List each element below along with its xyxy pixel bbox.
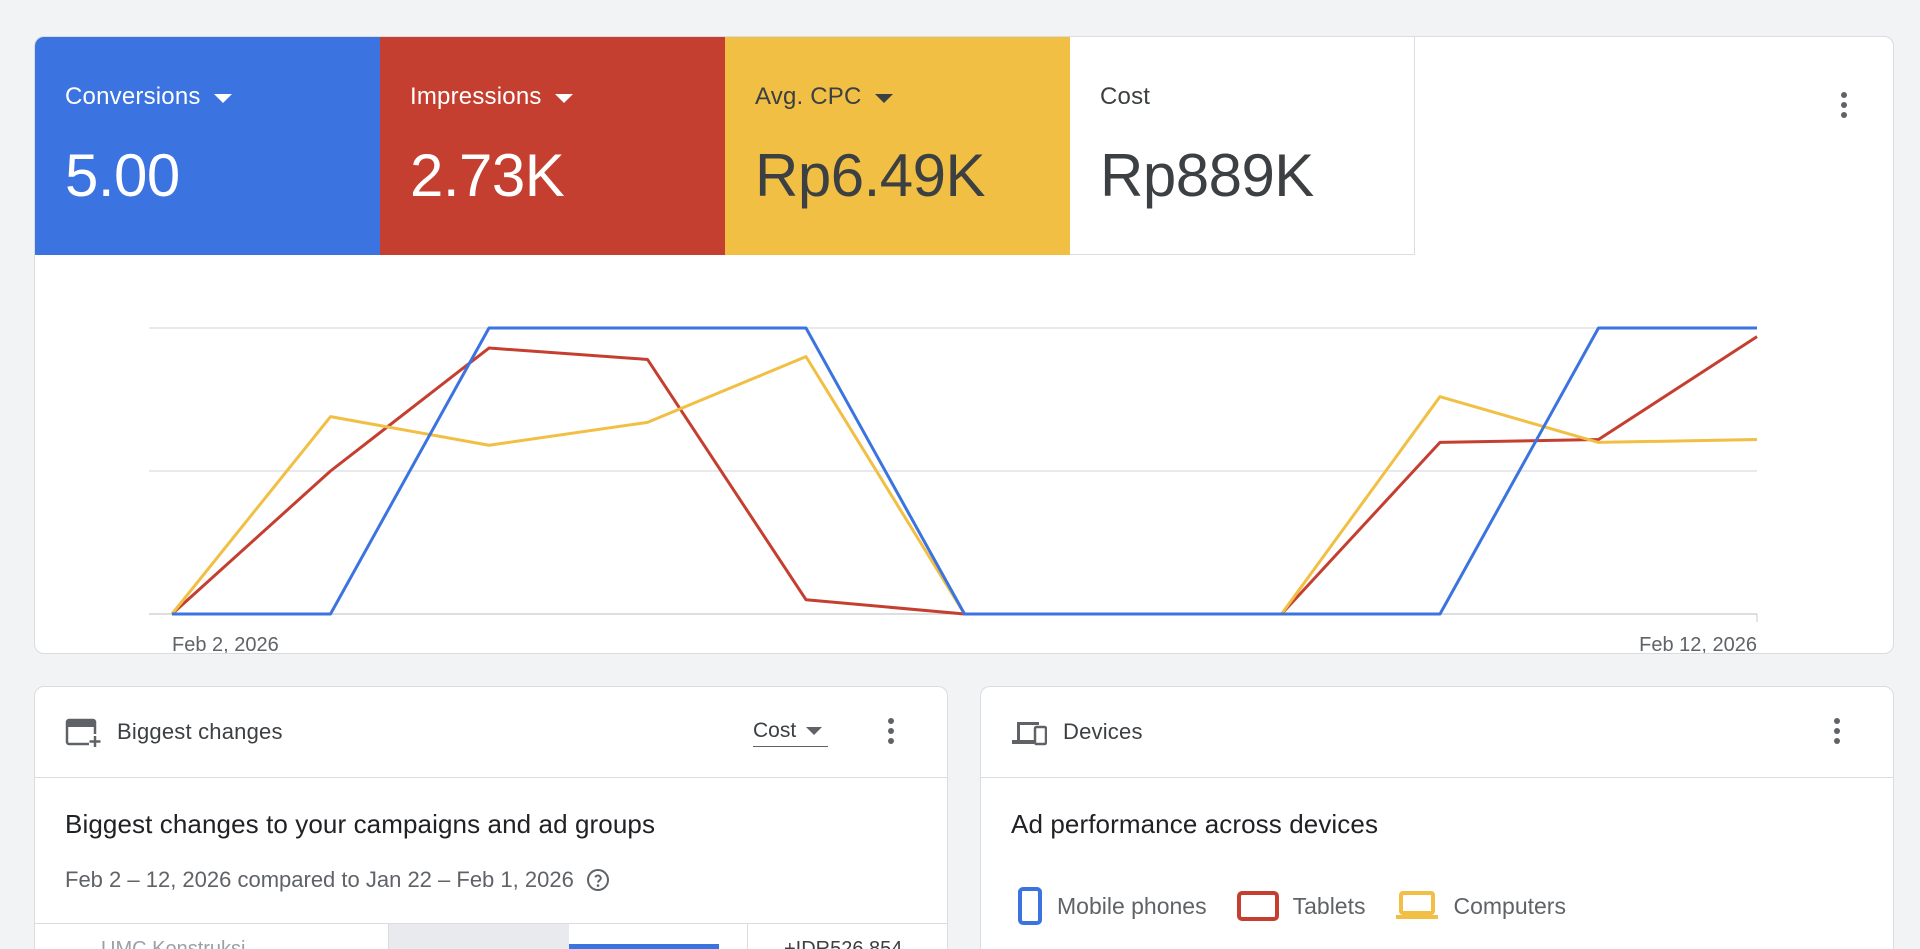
scorecard-cost[interactable]: Cost Rp889K [1070, 37, 1415, 255]
metric-dropdown[interactable]: Cost [753, 715, 829, 747]
caret-down-icon [806, 726, 823, 735]
legend-item-tablets[interactable]: Tablets [1236, 891, 1366, 921]
scorecard-label: Impressions [410, 83, 542, 110]
scorecard-metric-selector[interactable]: Avg. CPC [755, 83, 1070, 111]
metric-dropdown-value: Cost [753, 718, 797, 742]
device-legend: Mobile phones Tablets Computers [1017, 887, 1596, 925]
legend-item-mobile[interactable]: Mobile phones [1017, 887, 1207, 925]
legend-item-computers[interactable]: Computers [1395, 891, 1566, 921]
help-circle-icon[interactable] [586, 868, 610, 892]
scorecard-metric-selector[interactable]: Conversions [65, 83, 380, 111]
overview-card: Conversions 5.00 Impressions 2.73K Avg. … [34, 36, 1894, 654]
performance-line-chart: Feb 2, 2026 Feb 12, 2026 [149, 326, 1758, 654]
devices-card: Devices Ad performance across devices Mo… [980, 686, 1894, 949]
tablet-icon [1236, 891, 1279, 921]
scorecard-impressions[interactable]: Impressions 2.73K [380, 37, 725, 255]
table-row[interactable]: UMC Konstruksi +IDR526,854 [35, 923, 947, 949]
caret-down-icon [213, 94, 232, 103]
scorecard-value: 2.73K [410, 142, 565, 209]
change-value: +IDR526,854 [784, 938, 903, 949]
more-vert-icon[interactable] [879, 713, 903, 749]
biggest-changes-card: Biggest changes Cost Biggest changes to … [34, 686, 948, 949]
section-heading: Biggest changes to your campaigns and ad… [65, 809, 656, 839]
table-cell-bg [389, 924, 569, 949]
legend-label: Mobile phones [1057, 892, 1207, 919]
scorecard-value: Rp6.49K [755, 142, 986, 209]
devices-icon [1012, 722, 1047, 746]
legend-label: Computers [1453, 892, 1566, 919]
series-line-impressions[interactable] [170, 335, 1758, 616]
card-header: Devices [981, 687, 1893, 778]
card-header: Biggest changes Cost [35, 687, 947, 778]
series-line-avg-cpc[interactable] [170, 355, 1758, 616]
date-comparison-text: Feb 2 – 12, 2026 compared to Jan 22 – Fe… [65, 867, 574, 892]
scorecard-metric-selector[interactable]: Impressions [410, 83, 725, 111]
legend-label: Tablets [1292, 892, 1366, 919]
scorecard-label: Cost [1100, 83, 1151, 110]
section-heading: Ad performance across devices [1011, 809, 1379, 839]
x-tick-label: Feb 2, 2026 [172, 634, 279, 654]
calendar-add-icon [65, 718, 101, 748]
table-cell-value: +IDR526,854 [747, 924, 947, 949]
change-bar [569, 944, 719, 949]
phone-icon [1018, 887, 1042, 925]
caret-down-icon [874, 94, 893, 103]
card-title: Biggest changes [117, 719, 283, 744]
more-vert-icon[interactable] [1825, 713, 1849, 749]
scorecard-value: Rp889K [1100, 142, 1314, 209]
scorecard-conversions[interactable]: Conversions 5.00 [35, 37, 380, 255]
table-cell-name: UMC Konstruksi [35, 924, 389, 949]
campaign-name: UMC Konstruksi [101, 938, 246, 949]
x-tick-label: Feb 12, 2026 [1639, 634, 1757, 654]
caret-down-icon [554, 94, 573, 103]
card-title: Devices [1063, 719, 1143, 744]
scorecard-avg-cpc[interactable]: Avg. CPC Rp6.49K [725, 37, 1070, 255]
scorecard-value: 5.00 [65, 142, 180, 209]
scorecard-label: Conversions [65, 83, 201, 110]
scorecard-label: Avg. CPC [755, 83, 862, 110]
laptop-icon [1396, 891, 1439, 919]
date-comparison: Feb 2 – 12, 2026 compared to Jan 22 – Fe… [65, 867, 610, 893]
more-vert-icon[interactable] [1832, 87, 1856, 123]
